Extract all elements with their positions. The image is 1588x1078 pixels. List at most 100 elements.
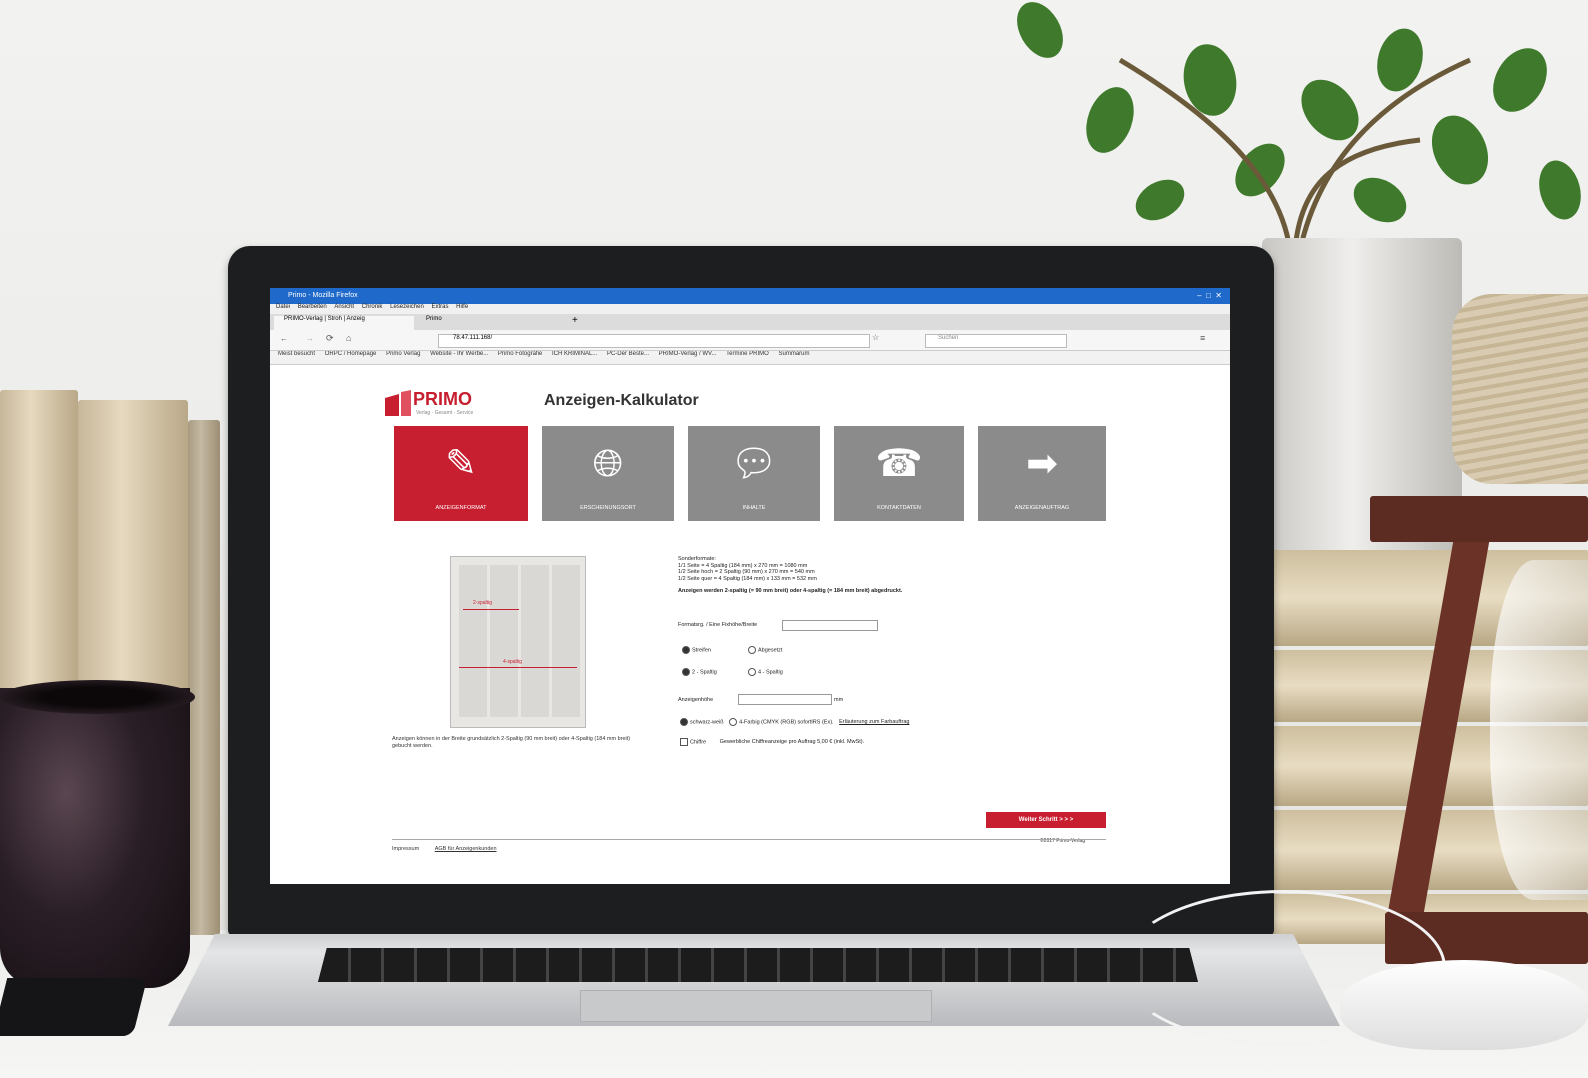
menu-item[interactable]: Lesezeichen <box>390 304 424 310</box>
tab-label: PRIMO-Verlag | Stroh | Anzeig <box>284 316 365 322</box>
preview-label-small: 2-spaltig <box>473 600 492 606</box>
radio-label: 2 - Spaltig <box>692 669 717 676</box>
tab-active[interactable]: PRIMO-Verlag | Stroh | Anzeig <box>274 316 414 330</box>
tile-anzeigenauftrag[interactable]: ➡ ANZEIGENAUFTRAG <box>978 426 1106 521</box>
tile-label: INHALTE <box>742 505 766 511</box>
smartphone <box>0 978 148 1036</box>
chiffre-checkbox[interactable] <box>680 738 688 746</box>
keyboard <box>318 948 1198 982</box>
tile-anzeigenformat[interactable]: ✎ ANZEIGENFORMAT <box>394 426 528 521</box>
radio-indicator <box>748 668 756 676</box>
logo-subtitle: Verlag · Gesamt · Service <box>416 410 474 416</box>
menu-item[interactable]: Chronik <box>362 304 383 310</box>
pen-icon: ✎ <box>445 443 477 485</box>
format-preview: 2-spaltig 4-spaltig <box>450 556 586 728</box>
url-field[interactable]: 78.47.111.168/ <box>438 334 870 348</box>
bookmark-item[interactable]: ORPC / Homepage <box>325 351 377 357</box>
plant <box>1017 2 1581 250</box>
height-label: Anzeigenhöhe <box>678 697 714 703</box>
globe-icon: 🌐︎ <box>592 443 624 485</box>
radio-indicator[interactable] <box>729 718 738 726</box>
tile-kontaktdaten[interactable]: ☎ KONTAKTDATEN <box>834 426 964 521</box>
page-title: Anzeigen-Kalkulator <box>544 392 699 409</box>
tile-inhalte[interactable]: 💬︎ INHALTE <box>688 426 820 521</box>
tile-label: ERSCHEINUNGSORT <box>580 505 636 511</box>
back-icon[interactable]: ← <box>280 334 288 343</box>
book-left <box>0 390 78 700</box>
hourglass-top <box>1370 496 1588 542</box>
bookmark-item[interactable]: Summarum <box>778 351 809 357</box>
bookmark-item[interactable]: Meist besucht <box>278 351 315 357</box>
chiffre-row: Chiffre Gewerbliche Chiffreanzeige pro A… <box>680 738 864 746</box>
color-option-bw[interactable]: schwarz-weiß <box>690 719 724 725</box>
search-placeholder: Suchen <box>938 335 959 341</box>
bookmark-item[interactable]: PC-Der Beste... <box>607 351 649 357</box>
radio-indicator[interactable] <box>680 718 688 726</box>
color-info-link[interactable]: Erläuterung zum Farbauftrag <box>839 719 909 725</box>
window-titlebar: Primo - Mozilla Firefox – □ ✕ <box>270 288 1230 304</box>
arrow-right-icon: ➡ <box>1026 443 1058 485</box>
height-unit: mm <box>834 697 844 703</box>
preview-column <box>459 565 487 717</box>
trackpad <box>580 990 932 1022</box>
format-label: Formatsrg. / Eine Fixhöhe/Breite <box>678 622 758 628</box>
footer-link-impressum[interactable]: Impressum <box>392 846 419 852</box>
footer-divider <box>392 839 1106 840</box>
color-options: schwarz-weiß 4-Farbig (CMYK (RGB) sofort… <box>680 718 909 726</box>
radio-indicator <box>748 646 756 654</box>
tab-label: Primo <box>426 316 442 322</box>
preview-column <box>490 565 518 717</box>
window-controls[interactable]: – □ ✕ <box>1197 291 1222 300</box>
info-note: Anzeigen werden 2-spaltig (= 90 mm breit… <box>678 588 903 594</box>
search-field[interactable]: Suchen <box>925 334 1067 348</box>
height-input[interactable] <box>738 694 832 705</box>
speech-bubble-icon: 💬︎ <box>729 443 779 485</box>
bookmark-item[interactable]: Website - Ihr Werbe... <box>430 351 488 357</box>
window-title: Primo - Mozilla Firefox <box>288 292 358 299</box>
logo-text: PRIMO <box>413 389 473 409</box>
home-icon[interactable]: ⌂ <box>346 333 351 343</box>
radio-streifen[interactable]: Streifen <box>682 646 711 654</box>
next-step-button[interactable]: Weiter Schritt > > > <box>986 812 1106 828</box>
radio-4-spaltig[interactable]: 4 - Spaltig <box>748 668 783 676</box>
tile-erscheinungsort[interactable]: 🌐︎ ERSCHEINUNGSORT <box>542 426 674 521</box>
radio-indicator <box>682 668 690 676</box>
nav-bar: ← → ⟳ ⌂ 78.47.111.168/ ☆ Suchen ≡ <box>270 330 1230 351</box>
format-input[interactable] <box>782 620 878 631</box>
radio-label: 4 - Spaltig <box>758 669 783 676</box>
menu-item[interactable]: Datei <box>276 304 290 310</box>
radio-2-spaltig[interactable]: 2 - Spaltig <box>682 668 717 676</box>
preview-measure-line <box>463 609 519 610</box>
menu-item[interactable]: Extras <box>431 304 448 310</box>
menu-item[interactable]: Bearbeiten <box>298 304 327 310</box>
color-option-cmyk[interactable]: 4-Farbig (CMYK (RGB) sofortIRS (Ex). <box>739 719 833 725</box>
menu-item[interactable]: Ansicht <box>334 304 354 310</box>
book-left <box>188 420 220 935</box>
menu-icon[interactable]: ≡ <box>1200 333 1205 343</box>
star-icon[interactable]: ☆ <box>872 333 879 342</box>
radio-label: Streifen <box>692 647 711 654</box>
hourglass-glass <box>1490 560 1588 900</box>
chiffre-label: Chiffre <box>690 739 707 746</box>
preview-column <box>552 565 580 717</box>
tile-label: ANZEIGENFORMAT <box>435 505 487 511</box>
preview-label-large: 4-spaltig <box>503 659 522 665</box>
bookmark-item[interactable]: Termine PRIMO <box>726 351 769 357</box>
radio-label: Abgesetzt <box>758 647 783 654</box>
footer-link-agb[interactable]: AGB für Anzeigenkunden <box>435 846 497 852</box>
forward-icon[interactable]: → <box>306 334 314 343</box>
bookmark-item[interactable]: ICH KRIMINAL... <box>552 351 597 357</box>
laptop-screen: Primo - Mozilla Firefox – □ ✕ Datei Bear… <box>270 288 1230 884</box>
bookmark-item[interactable]: PRIMO-Verlag / WV... <box>659 351 717 357</box>
bookmark-item[interactable]: Primo Fotografie <box>498 351 542 357</box>
tile-label: ANZEIGENAUFTRAG <box>1014 505 1070 511</box>
tab[interactable]: Primo <box>416 316 566 330</box>
radio-abgesetzt[interactable]: Abgesetzt <box>748 646 782 654</box>
menu-item[interactable]: Hilfe <box>456 304 468 310</box>
reload-icon[interactable]: ⟳ <box>326 333 334 344</box>
preview-measure-line <box>459 667 577 668</box>
bookmarks-bar: Meist besucht ORPC / Homepage Primo Verl… <box>270 351 1230 365</box>
new-tab-icon[interactable]: + <box>572 315 578 326</box>
bookmark-item[interactable]: Primo Verlag <box>386 351 420 357</box>
url-text: 78.47.111.168/ <box>453 335 493 341</box>
